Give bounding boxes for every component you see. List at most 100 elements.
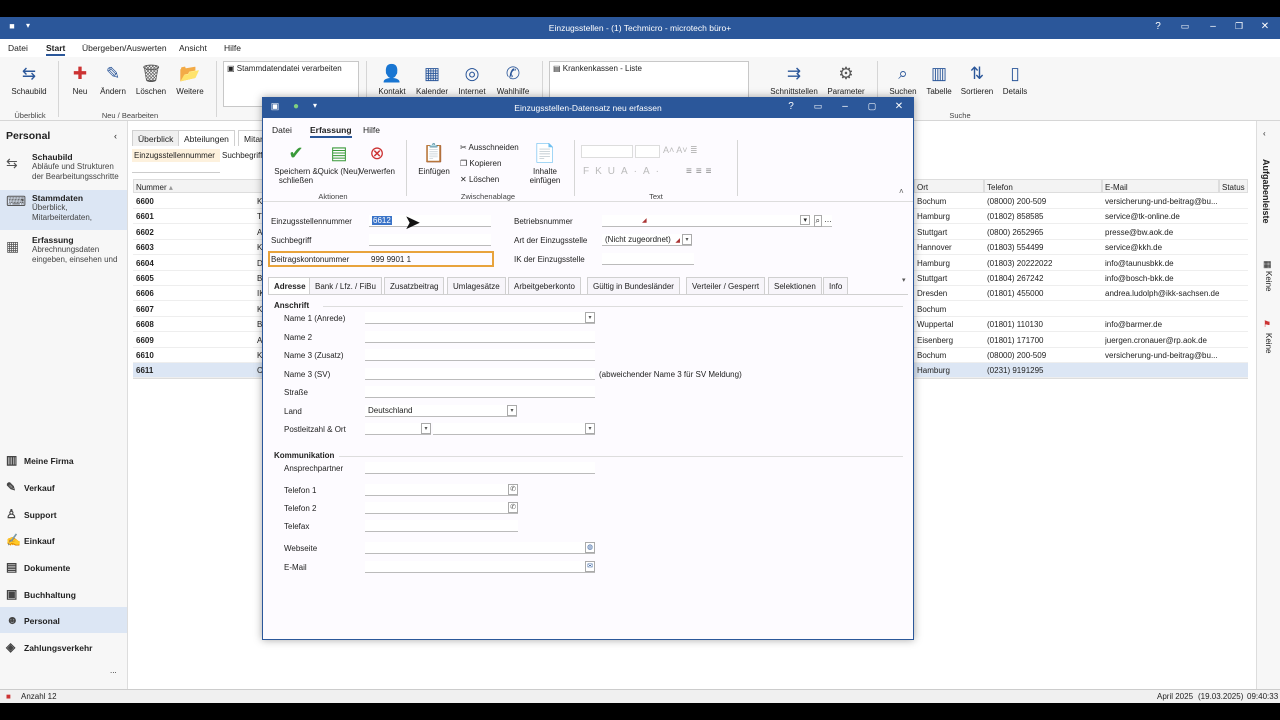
col-nummer[interactable]: Nummer ▴	[133, 179, 263, 193]
menu-start[interactable]: Start	[46, 43, 66, 56]
nav-dokumente[interactable]: ▤ Dokumente	[0, 554, 127, 580]
filter-suchbegriff[interactable]: Suchbegriff	[222, 151, 262, 160]
close-button[interactable]: ✕	[1257, 21, 1273, 32]
dialog-minimize-button[interactable]: –	[837, 101, 853, 112]
kalender-button[interactable]: ▦ Kalender	[410, 63, 454, 96]
more-nav[interactable]: ...	[110, 666, 117, 675]
dialog-tab-4[interactable]: Arbeitgeberkonto	[508, 277, 581, 294]
tab-abteilungen[interactable]: Abteilungen	[178, 130, 235, 146]
parameter-button[interactable]: ⚙ Parameter	[824, 63, 868, 96]
mail-icon[interactable]: ✉	[585, 561, 595, 572]
dialog-tab-5[interactable]: Gültig in Bundesländer	[587, 277, 680, 294]
nav-personal[interactable]: ☻ Personal	[0, 607, 127, 633]
font-grow-icon[interactable]: A˄ A˅ ≣	[663, 145, 698, 156]
wahlhilfe-button[interactable]: ✆ Wahlhilfe	[491, 63, 535, 96]
einzugsstellennummer-input[interactable]: 6612	[369, 215, 491, 227]
loeschen-small-button[interactable]: ✕ Löschen	[460, 175, 499, 184]
col-ort[interactable]: Ort	[914, 179, 984, 193]
speichern-schliessen-button[interactable]: ✔ Speichern & schließen	[273, 142, 319, 186]
tab-ueberblick[interactable]: Überblick	[132, 130, 180, 146]
name1-select[interactable]: ▾	[365, 312, 595, 324]
dialog-menu-datei[interactable]: Datei	[272, 125, 292, 135]
dialog-tab-8[interactable]: Info	[823, 277, 849, 294]
nav-einkauf[interactable]: ✍ Einkauf	[0, 527, 127, 553]
dialog-tab-2[interactable]: Zusatzbeitrag	[384, 277, 445, 294]
dropdown-icon[interactable]: ▾	[421, 423, 431, 434]
dialog-menu-hilfe[interactable]: Hilfe	[363, 125, 380, 135]
dialog-tab-1[interactable]: Bank / Lfz. / FiBu	[309, 277, 382, 294]
help-button[interactable]: ?	[1150, 21, 1166, 32]
text-format-icons[interactable]: FKUA·A·	[583, 166, 665, 177]
name2-input[interactable]	[365, 331, 595, 343]
internet-button[interactable]: ◎ Internet	[450, 63, 494, 96]
dropdown-icon[interactable]: ▾	[507, 405, 517, 416]
verwerfen-button[interactable]: ⊗ Verwerfen	[354, 142, 400, 177]
telefax-input[interactable]	[365, 520, 518, 532]
menu-uebergeben[interactable]: Übergeben/Auswerten	[82, 43, 167, 53]
ort-select[interactable]: ▾	[433, 423, 595, 435]
dropdown-icon[interactable]: ▾	[585, 312, 595, 323]
dropdown-icon[interactable]: ▾	[800, 215, 810, 225]
menu-ansicht[interactable]: Ansicht	[179, 43, 207, 53]
beitragskonto-input[interactable]: 999 9901 1	[371, 255, 411, 264]
col-telefon[interactable]: Telefon	[984, 179, 1102, 193]
scroll-down-icon[interactable]: ▾	[902, 276, 906, 284]
name3sv-input[interactable]	[365, 368, 595, 380]
list-item[interactable]: Stammdatendatei verarbeiten	[237, 64, 342, 73]
loeschen-button[interactable]: 🗑 Löschen	[129, 63, 173, 96]
nav-buchhaltung[interactable]: ▣ Buchhaltung	[0, 581, 127, 607]
minimize-button[interactable]: –	[1205, 21, 1221, 32]
phone-icon[interactable]: ✆	[508, 484, 518, 495]
dialog-close-button[interactable]: ✕	[891, 101, 907, 112]
menu-hilfe[interactable]: Hilfe	[224, 43, 241, 53]
kopieren-button[interactable]: ❐ Kopieren	[460, 159, 501, 168]
name3-input[interactable]	[365, 349, 595, 361]
aufgabenleiste-label[interactable]: Aufgabenleiste	[1261, 159, 1271, 224]
font-name-select[interactable]	[581, 145, 633, 158]
dialog-ribbon-icon[interactable]: ▭	[810, 101, 826, 112]
ausschneiden-button[interactable]: ✂ Ausschneiden	[460, 143, 519, 152]
search-icon[interactable]: ⌕	[813, 215, 822, 227]
collapse-ribbon-icon[interactable]: ˄	[899, 187, 904, 196]
telefon2-input[interactable]: ✆	[365, 502, 518, 514]
align-icons[interactable]: ≡≡≡	[686, 166, 716, 177]
weitere-button[interactable]: 📂 Weitere	[168, 63, 212, 96]
col-status[interactable]: Status	[1219, 179, 1248, 193]
dialog-maximize-button[interactable]: ▢	[864, 101, 880, 112]
inhalte-einfuegen-button[interactable]: 📄 Inhalte einfügen	[521, 142, 569, 186]
nav-zahlungsverkehr[interactable]: ◈ Zahlungsverkehr	[0, 634, 127, 660]
sidebar-item-schaubild[interactable]: ⇆ Schaubild Abläufe und Strukturen der B…	[0, 152, 127, 182]
schnittstellen-button[interactable]: ⇉ Schnittstellen	[766, 63, 822, 96]
keine-label-2[interactable]: Keine	[1264, 333, 1273, 353]
maximize-button[interactable]: ❐	[1231, 21, 1247, 32]
dialog-tab-0[interactable]: Adresse	[268, 277, 312, 294]
keine-label-1[interactable]: Keine	[1264, 271, 1273, 291]
land-select[interactable]: Deutschland ▾	[365, 405, 517, 417]
details-button[interactable]: ▯ Details	[993, 63, 1037, 96]
filter-einzugsstellennummer[interactable]: Einzugsstellennummer	[132, 149, 220, 173]
einfuegen-button[interactable]: 📋 Einfügen	[411, 142, 457, 177]
dropdown-icon[interactable]: ▾	[682, 234, 692, 245]
sidebar-item-stammdaten[interactable]: ⌨ Stammdaten Überblick, Mitarbeiterdaten…	[0, 190, 127, 230]
dropdown-icon[interactable]: ▾	[585, 423, 595, 434]
nav-support[interactable]: ♙ Support	[0, 501, 127, 527]
restore-ribbon-icon[interactable]: ▭	[1177, 21, 1193, 32]
dialog-help-button[interactable]: ?	[783, 101, 799, 112]
dialog-tab-7[interactable]: Selektionen	[768, 277, 822, 294]
suchbegriff-input[interactable]	[369, 234, 491, 246]
plz-select[interactable]: ▾	[365, 423, 431, 435]
strasse-input[interactable]	[365, 386, 595, 398]
more-icon[interactable]: …	[824, 215, 832, 224]
betriebsnummer-input[interactable]: ◢ ▾ ⌕ …	[602, 215, 832, 227]
phone-icon[interactable]: ✆	[508, 502, 518, 513]
collapse-right-icon[interactable]: ‹	[1263, 129, 1266, 138]
ik-input[interactable]	[602, 253, 694, 265]
nav-verkauf[interactable]: ✎ Verkauf	[0, 474, 127, 500]
sidebar-item-erfassung[interactable]: ▦ Erfassung Abrechnungsdaten eingeben, e…	[0, 235, 127, 265]
ansprechpartner-input[interactable]	[365, 462, 595, 474]
font-size-select[interactable]	[635, 145, 660, 158]
kontakt-button[interactable]: 👤 Kontakt	[370, 63, 414, 96]
col-email[interactable]: E-Mail	[1102, 179, 1219, 193]
webseite-input[interactable]: ◍	[365, 542, 595, 554]
schaubild-button[interactable]: ⇆ Schaubild	[7, 63, 51, 96]
